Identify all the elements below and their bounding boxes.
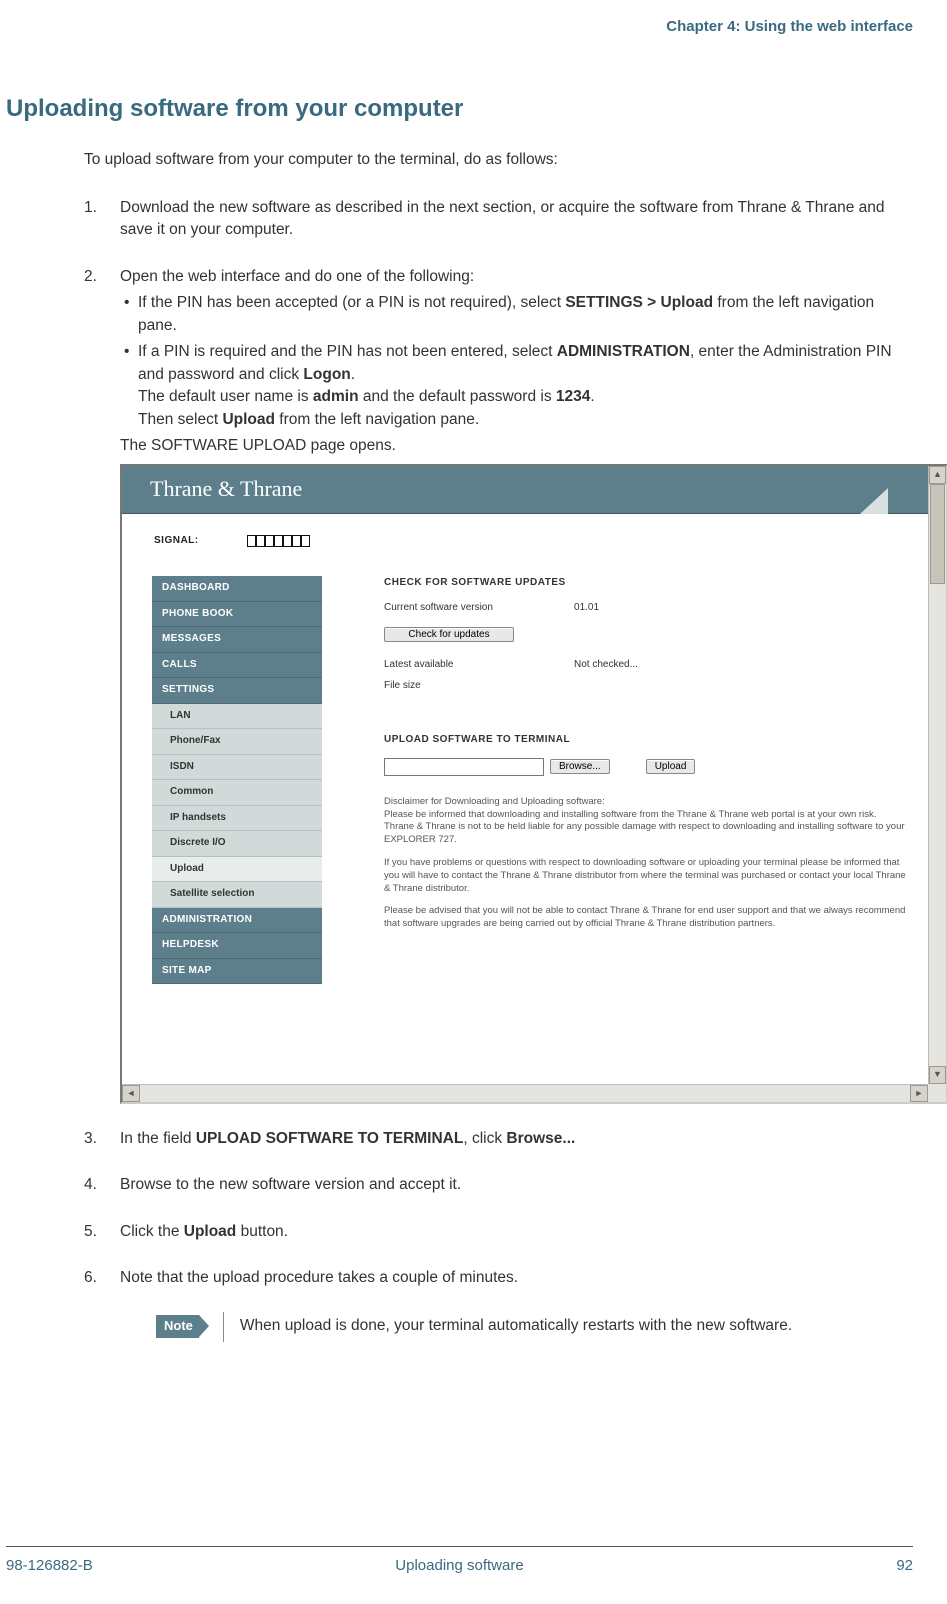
sidebar-item-isdn[interactable]: ISDN: [152, 755, 322, 781]
step-1: Download the new software as described i…: [84, 197, 913, 242]
sidebar-item-lan[interactable]: LAN: [152, 704, 322, 730]
scroll-corner: [928, 1084, 946, 1102]
text: .: [351, 366, 355, 383]
default-username: admin: [313, 388, 359, 405]
sidebar-item-satellite-selection[interactable]: Satellite selection: [152, 882, 322, 908]
sidebar-item-ip-handsets[interactable]: IP handsets: [152, 806, 322, 832]
sidebar-item-helpdesk[interactable]: HELPDESK: [152, 933, 322, 959]
check-updates-heading: CHECK FOR SOFTWARE UPDATES: [384, 576, 908, 591]
scroll-right-arrow-icon[interactable]: ►: [910, 1085, 928, 1102]
text: from the left navigation pane.: [275, 411, 479, 428]
default-password: 1234: [556, 388, 590, 405]
scroll-left-arrow-icon[interactable]: ◄: [122, 1085, 140, 1102]
scroll-up-arrow-icon[interactable]: ▲: [929, 466, 946, 484]
text: Then select: [138, 411, 222, 428]
step-5: Click the Upload button.: [84, 1221, 913, 1243]
sidebar: DASHBOARD PHONE BOOK MESSAGES CALLS SETT…: [152, 576, 322, 984]
text: If a PIN is required and the PIN has not…: [138, 343, 557, 360]
sidebar-item-phone-book[interactable]: PHONE BOOK: [152, 602, 322, 628]
current-version-label: Current software version: [384, 601, 574, 616]
upload-button[interactable]: Upload: [646, 759, 696, 774]
sidebar-item-phone-fax[interactable]: Phone/Fax: [152, 729, 322, 755]
embedded-screenshot: Thrane & Thrane SIGNAL: DASHBOARD PHONE …: [120, 464, 947, 1104]
upload-button-ref: Upload: [184, 1223, 237, 1240]
step-2-lead: Open the web interface and do one of the…: [120, 268, 474, 285]
note-text: When upload is done, your terminal autom…: [240, 1315, 792, 1337]
main-content: CHECK FOR SOFTWARE UPDATES Current softw…: [322, 576, 928, 984]
step-6: Note that the upload procedure takes a c…: [84, 1267, 913, 1341]
text: button.: [236, 1223, 288, 1240]
administration-ref: ADMINISTRATION: [557, 343, 690, 360]
page-footer: 98-126882-B Uploading software 92: [6, 1546, 913, 1574]
browse-ref: Browse...: [506, 1130, 575, 1147]
brand-name: Thrane & Thrane: [150, 473, 302, 505]
upload-ref: Upload: [222, 411, 275, 428]
vertical-scrollbar[interactable]: ▲ ▼: [928, 466, 946, 1084]
step-2-after: The SOFTWARE UPLOAD page opens.: [120, 435, 913, 457]
step-4: Browse to the new software version and a…: [84, 1174, 913, 1196]
brand-bar: Thrane & Thrane: [122, 466, 928, 514]
footer-section-title: Uploading software: [6, 1557, 913, 1574]
sidebar-item-discrete-io[interactable]: Discrete I/O: [152, 831, 322, 857]
sidebar-item-common[interactable]: Common: [152, 780, 322, 806]
browse-button[interactable]: Browse...: [550, 759, 610, 774]
text: In the field: [120, 1130, 196, 1147]
sidebar-item-upload[interactable]: Upload: [152, 857, 322, 883]
horizontal-scrollbar[interactable]: ◄ ►: [122, 1084, 928, 1102]
text: Click the: [120, 1223, 184, 1240]
step-6-text: Note that the upload procedure takes a c…: [120, 1269, 518, 1286]
upload-section-ref: UPLOAD SOFTWARE TO TERMINAL: [196, 1130, 464, 1147]
disclaimer-p2: If you have problems or questions with r…: [384, 857, 908, 895]
disclaimer-p3: Please be advised that you will not be a…: [384, 905, 908, 931]
sidebar-item-calls[interactable]: CALLS: [152, 653, 322, 679]
intro-text: To upload software from your computer to…: [84, 151, 913, 169]
logon-ref: Logon: [303, 366, 350, 383]
upload-software-heading: UPLOAD SOFTWARE TO TERMINAL: [384, 733, 908, 748]
signal-label: SIGNAL:: [154, 534, 199, 549]
note-divider: [223, 1312, 224, 1342]
settings-upload-ref: SETTINGS > Upload: [565, 294, 713, 311]
step-2: Open the web interface and do one of the…: [84, 266, 913, 1104]
page-title: Uploading software from your computer: [6, 95, 913, 123]
sidebar-item-messages[interactable]: MESSAGES: [152, 627, 322, 653]
sidebar-item-administration[interactable]: ADMINISTRATION: [152, 908, 322, 934]
text: .: [590, 388, 594, 405]
current-version-value: 01.01: [574, 601, 599, 616]
step-3: In the field UPLOAD SOFTWARE TO TERMINAL…: [84, 1128, 913, 1150]
sidebar-item-site-map[interactable]: SITE MAP: [152, 959, 322, 985]
check-for-updates-button[interactable]: Check for updates: [384, 627, 514, 642]
text: The default user name is: [138, 388, 313, 405]
disclaimer-text: Disclaimer for Downloading and Uploading…: [384, 796, 908, 931]
file-path-input[interactable]: [384, 758, 544, 776]
text: If the PIN has been accepted (or a PIN i…: [138, 294, 565, 311]
note-badge: Note: [156, 1315, 199, 1338]
latest-available-label: Latest available: [384, 658, 574, 673]
scroll-thumb[interactable]: [930, 484, 945, 584]
sidebar-item-dashboard[interactable]: DASHBOARD: [152, 576, 322, 602]
sidebar-item-settings[interactable]: SETTINGS: [152, 678, 322, 704]
disclaimer-p1: Disclaimer for Downloading and Uploading…: [384, 796, 908, 847]
scroll-down-arrow-icon[interactable]: ▼: [929, 1066, 946, 1084]
text: and the default password is: [359, 388, 556, 405]
latest-available-value: Not checked...: [574, 658, 638, 673]
signal-strength-meter: [247, 535, 310, 547]
chapter-header: Chapter 4: Using the web interface: [0, 18, 913, 35]
file-size-label: File size: [384, 679, 574, 694]
step-2-bullet-1: If the PIN has been accepted (or a PIN i…: [120, 292, 913, 337]
step-2-bullet-2: If a PIN is required and the PIN has not…: [120, 341, 913, 431]
text: , click: [463, 1130, 506, 1147]
